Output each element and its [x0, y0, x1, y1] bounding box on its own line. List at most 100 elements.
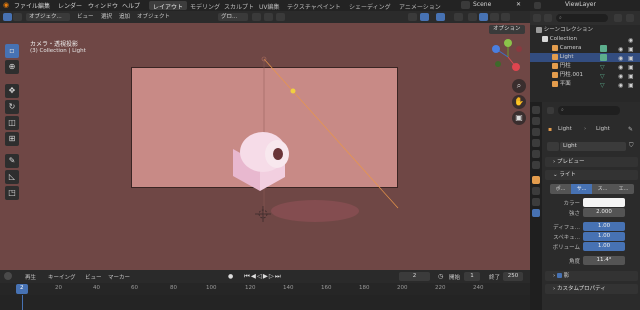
outliner-row-plane[interactable]: 平面 ▽ ◉ ▣: [530, 80, 640, 89]
tab-shading[interactable]: シェーディング: [345, 1, 395, 11]
scene-name[interactable]: Scene: [473, 1, 491, 8]
move-tool-icon[interactable]: ✥: [5, 84, 19, 98]
shading-rendered-icon[interactable]: [501, 13, 510, 21]
light-type-point-button[interactable]: ポ...: [550, 184, 571, 194]
3d-viewport[interactable]: カメラ・透視投影 (3) Collection | Light オプション ⌕ …: [0, 23, 530, 270]
render-tab-icon[interactable]: [532, 117, 540, 125]
zoom-icon[interactable]: ⌕: [512, 79, 526, 93]
menu-add[interactable]: 追加: [119, 13, 130, 21]
display-mode-icon[interactable]: [544, 14, 552, 22]
outliner-row-collection[interactable]: Collection ◉: [530, 35, 640, 44]
timeline-editor-icon[interactable]: [4, 272, 12, 280]
menu-file[interactable]: ファイル: [14, 1, 38, 10]
timeline-ruler[interactable]: 2 20 40 60 80 100 120 140 160 180 200 22…: [0, 283, 530, 295]
specular-field[interactable]: 1.00: [583, 232, 625, 241]
editor-type-icon[interactable]: [3, 13, 12, 21]
current-frame-field[interactable]: 2: [399, 272, 430, 281]
tab-animation[interactable]: アニメーション: [395, 1, 445, 11]
proportional-edit-icon[interactable]: [276, 13, 285, 21]
end-frame-field[interactable]: 250: [503, 272, 523, 281]
transform-orientation-dropdown[interactable]: グロ...: [218, 13, 248, 21]
playback-controls-icon[interactable]: ⏮◀◁▶▷⏭: [244, 272, 282, 281]
snap-icon[interactable]: [264, 13, 273, 21]
add-cube-tool-icon[interactable]: ◳: [5, 186, 19, 200]
mode-dropdown[interactable]: オブジェク...: [26, 13, 70, 21]
tab-sculpt[interactable]: スカルプト: [220, 1, 258, 11]
new-collection-icon[interactable]: [626, 14, 634, 22]
scene-icon[interactable]: [461, 1, 470, 9]
pivot-icon[interactable]: [252, 13, 261, 21]
outliner-row-light[interactable]: Light ◉ ▣: [530, 53, 640, 62]
shading-solid-icon[interactable]: [479, 13, 488, 21]
output-tab-icon[interactable]: [532, 128, 540, 136]
xray-icon[interactable]: [454, 13, 463, 21]
strength-field[interactable]: 2.000: [583, 208, 625, 217]
cursor-tool-icon[interactable]: ⊕: [5, 60, 19, 74]
object-tab-icon[interactable]: [532, 176, 540, 184]
menu-playback[interactable]: 再生: [25, 273, 36, 281]
tab-uv-edit[interactable]: UV編集: [255, 1, 284, 11]
section-light[interactable]: ⌄ ライト: [545, 170, 638, 180]
menu-render[interactable]: レンダー: [58, 1, 82, 10]
shading-material-icon[interactable]: [490, 13, 499, 21]
tab-texture-paint[interactable]: テクスチャペイント: [283, 1, 345, 11]
transform-tool-icon[interactable]: ⊞: [5, 132, 19, 146]
view-layer-icon[interactable]: [534, 2, 541, 9]
tab-layout[interactable]: レイアウト: [149, 1, 188, 11]
constraints-tab-icon[interactable]: [532, 198, 540, 206]
view-layer-name[interactable]: ViewLayer: [565, 1, 596, 8]
render-camera-icon[interactable]: ▣: [628, 81, 634, 90]
scene-tab-icon[interactable]: [532, 150, 540, 158]
rotate-tool-icon[interactable]: ↻: [5, 100, 19, 114]
light-data-browse-icon[interactable]: [547, 142, 559, 151]
scene-remove-icon[interactable]: ✕: [516, 1, 521, 8]
light-data-tab-icon[interactable]: [532, 209, 540, 217]
filter-icon[interactable]: [614, 14, 622, 22]
timeline-track-area[interactable]: [0, 295, 530, 310]
properties-search-icon[interactable]: ⌕: [558, 106, 620, 115]
menu-timeline-view[interactable]: ビュー: [85, 273, 102, 281]
menu-marker[interactable]: マーカー: [108, 273, 130, 281]
outliner-search-icon[interactable]: ⌕: [556, 14, 608, 22]
record-icon[interactable]: ●: [228, 273, 233, 280]
outliner-row-camera[interactable]: Camera ◉ ▣: [530, 44, 640, 53]
volume-field[interactable]: 1.00: [583, 242, 625, 251]
section-preview[interactable]: › プレビュー: [545, 157, 638, 167]
outliner-row-cylinder[interactable]: 円柱 ▽ ◉ ▣: [530, 62, 640, 71]
fake-user-shield-icon[interactable]: ⛉: [629, 142, 634, 150]
tab-modeling[interactable]: モデリング: [186, 1, 224, 11]
menu-keying[interactable]: キーイング: [48, 273, 76, 281]
select-mode-icon[interactable]: [13, 13, 22, 21]
start-frame-field[interactable]: 1: [464, 272, 480, 281]
measure-tool-icon[interactable]: ◺: [5, 170, 19, 184]
shading-wire-icon[interactable]: [468, 13, 477, 21]
diffuse-field[interactable]: 1.00: [583, 222, 625, 231]
section-shadow[interactable]: › 影: [545, 271, 638, 281]
overlay-toggle-icon[interactable]: [436, 13, 445, 21]
world-tab-icon[interactable]: [532, 161, 540, 169]
outliner-row-cylinder-001[interactable]: 円柱.001 ▽ ◉ ▣: [530, 71, 640, 80]
annotate-tool-icon[interactable]: ✎: [5, 154, 19, 168]
select-box-tool-icon[interactable]: ▫: [5, 44, 19, 58]
light-type-sun-button[interactable]: サ...: [571, 184, 592, 194]
blender-logo-icon[interactable]: ◉: [3, 1, 9, 9]
outliner-editor-icon[interactable]: [533, 14, 541, 22]
menu-object[interactable]: オブジェクト: [137, 13, 170, 21]
view-layer-tab-icon[interactable]: [532, 139, 540, 147]
pan-hand-icon[interactable]: ✋: [512, 95, 526, 109]
menu-help[interactable]: ヘルプ: [122, 1, 140, 10]
menu-edit[interactable]: 編集: [38, 1, 50, 10]
scale-tool-icon[interactable]: ◫: [5, 116, 19, 130]
physics-tab-icon[interactable]: [532, 187, 540, 195]
options-dropdown[interactable]: オプション: [489, 25, 525, 34]
angle-field[interactable]: 11.4°: [583, 256, 625, 265]
pin-icon[interactable]: ✎: [628, 126, 633, 133]
menu-view[interactable]: ビュー: [77, 13, 94, 21]
shadow-checkbox[interactable]: [556, 273, 562, 278]
light-data-name-field[interactable]: Light: [560, 142, 626, 151]
light-type-area-button[interactable]: エ...: [613, 184, 634, 194]
gizmo-toggle-icon[interactable]: [420, 13, 429, 21]
clock-icon[interactable]: ◷: [438, 273, 443, 280]
menu-select[interactable]: 選択: [101, 13, 112, 21]
outliner-row-scene-collection[interactable]: シーンコレクション: [530, 26, 640, 35]
